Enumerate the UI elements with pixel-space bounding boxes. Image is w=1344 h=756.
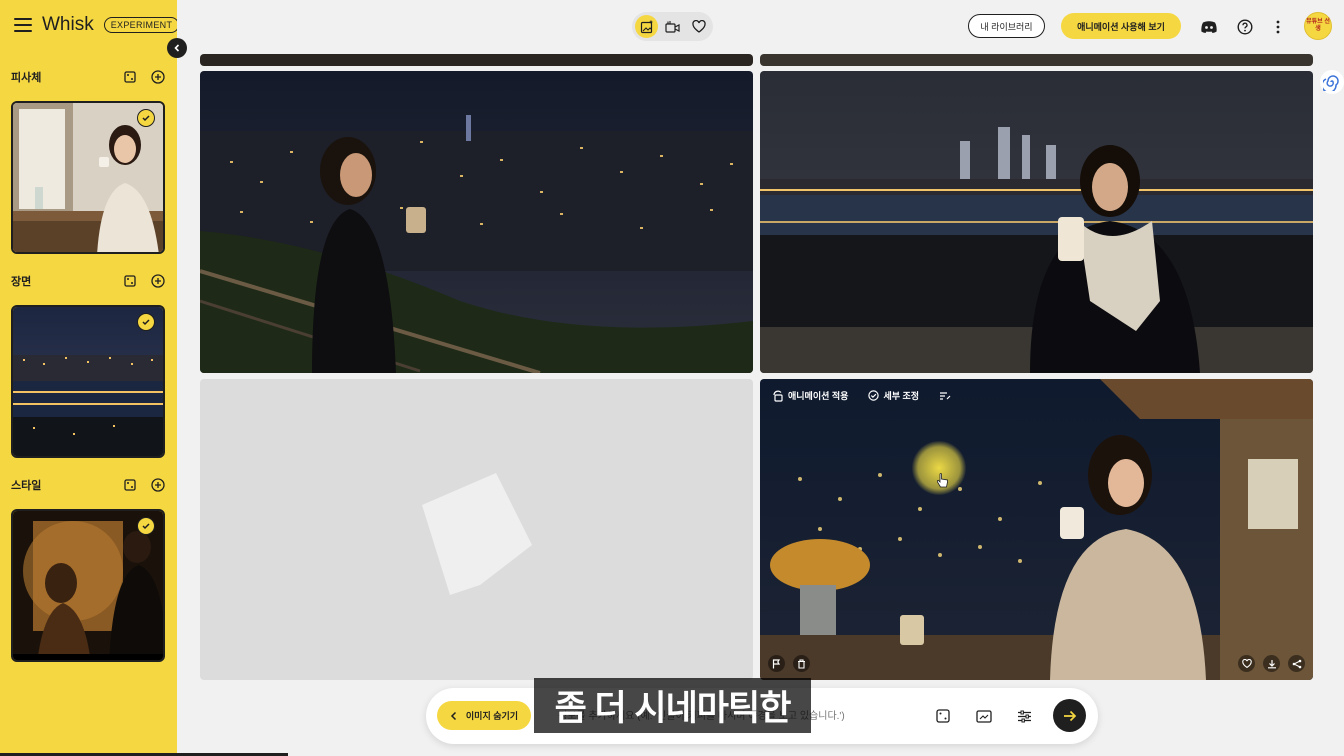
style-section-header: 스타일 — [11, 476, 165, 494]
dice-icon[interactable] — [123, 70, 137, 84]
add-circle-icon[interactable] — [151, 274, 165, 288]
experiment-badge: EXPERIMENT — [103, 17, 180, 33]
trash-icon — [798, 658, 805, 669]
dice-icon[interactable] — [123, 478, 137, 492]
user-avatar[interactable]: 뮤튜브 선생 — [1304, 12, 1332, 40]
scene-section-header: 장면 — [11, 272, 165, 290]
video-mode-button[interactable] — [661, 15, 684, 38]
style-thumbnail[interactable] — [11, 509, 165, 662]
selected-check-icon — [137, 313, 155, 331]
delete-button[interactable] — [793, 655, 810, 672]
dice-icon[interactable] — [123, 274, 137, 288]
hamburger-menu-icon[interactable] — [14, 18, 32, 32]
try-animation-button[interactable]: 애니메이션 사용해 보기 — [1061, 13, 1181, 39]
terrace-night-image — [760, 379, 1313, 680]
more-vertical-icon[interactable] — [1268, 17, 1288, 37]
gemini-spiral-icon[interactable] — [1320, 70, 1344, 94]
mode-switcher — [632, 12, 713, 41]
loading-image-icon — [422, 473, 532, 595]
image-add-icon — [640, 20, 652, 33]
dice-icon[interactable] — [933, 706, 953, 726]
tile-overlay-toolbar: 애니메이션 적용 세부 조정 — [772, 389, 951, 402]
loading-placeholder-tile — [200, 379, 753, 680]
gallery-image[interactable] — [200, 71, 753, 373]
chevron-left-icon — [174, 44, 180, 52]
gallery-image[interactable] — [760, 71, 1313, 373]
edit-lines-icon — [940, 391, 951, 400]
scene-thumbnail[interactable] — [11, 305, 165, 458]
gallery-image-partial[interactable] — [760, 54, 1313, 66]
check-circle-icon — [868, 390, 880, 401]
tile-actions-left — [768, 655, 810, 672]
subtitle-caption: 좀 더 시네마틱한 — [534, 678, 811, 733]
heart-icon — [691, 20, 706, 33]
help-icon[interactable] — [1235, 17, 1255, 37]
refine-label: 세부 조정 — [883, 391, 920, 401]
collapse-sidebar-button[interactable] — [167, 38, 187, 58]
add-circle-icon[interactable] — [151, 478, 165, 492]
share-button[interactable] — [1288, 655, 1305, 672]
submit-button[interactable] — [1053, 699, 1086, 732]
apply-animation-label: 애니메이션 적용 — [788, 391, 849, 401]
style-section-title: 스타일 — [11, 480, 42, 492]
subject-thumbnail[interactable] — [11, 101, 165, 254]
brand: Whisk EXPERIMENT — [14, 14, 180, 36]
discord-icon[interactable] — [1199, 17, 1219, 37]
heart-icon — [1241, 659, 1252, 668]
edit-prompt-button[interactable] — [939, 391, 951, 401]
video-camera-icon — [665, 20, 680, 33]
tile-actions-right — [1238, 655, 1305, 672]
hide-images-button[interactable]: 이미지 숨기기 — [437, 701, 531, 730]
river-night-image — [760, 71, 1313, 373]
favorites-button[interactable] — [687, 15, 710, 38]
favorite-button[interactable] — [1238, 655, 1255, 672]
arrow-right-icon — [1063, 710, 1076, 721]
download-icon — [1267, 659, 1276, 668]
download-button[interactable] — [1263, 655, 1280, 672]
gallery-image-partial[interactable] — [200, 54, 753, 66]
flag-icon — [772, 658, 781, 668]
app-logo: Whisk — [42, 14, 94, 35]
apply-animation-button[interactable]: 애니메이션 적용 — [772, 389, 848, 402]
scene-section-title: 장면 — [11, 276, 32, 288]
sidebar: Whisk EXPERIMENT 피사체 장면 스타일 — [0, 0, 180, 756]
settings-sliders-icon[interactable] — [1014, 706, 1034, 726]
share-icon — [1292, 659, 1301, 668]
subject-section-title: 피사체 — [11, 72, 42, 84]
animation-icon — [773, 390, 783, 402]
subject-section-header: 피사체 — [11, 68, 165, 86]
flag-button[interactable] — [768, 655, 785, 672]
hand-cursor-icon — [936, 473, 948, 488]
image-mode-button[interactable] — [635, 15, 658, 38]
chevron-left-icon — [450, 711, 456, 720]
selected-check-icon — [137, 109, 155, 127]
hide-images-label: 이미지 숨기기 — [465, 711, 519, 721]
add-circle-icon[interactable] — [151, 70, 165, 84]
gallery-image-selected[interactable]: 애니메이션 적용 세부 조정 — [760, 379, 1313, 680]
night-city-image — [200, 71, 753, 373]
aspect-ratio-icon[interactable] — [974, 706, 994, 726]
my-library-button[interactable]: 내 라이브러리 — [968, 14, 1045, 38]
top-bar: 내 라이브러리 애니메이션 사용해 보기 뮤튜브 선생 — [177, 0, 1344, 54]
selected-check-icon — [137, 517, 155, 535]
refine-button[interactable]: 세부 조정 — [868, 389, 919, 402]
